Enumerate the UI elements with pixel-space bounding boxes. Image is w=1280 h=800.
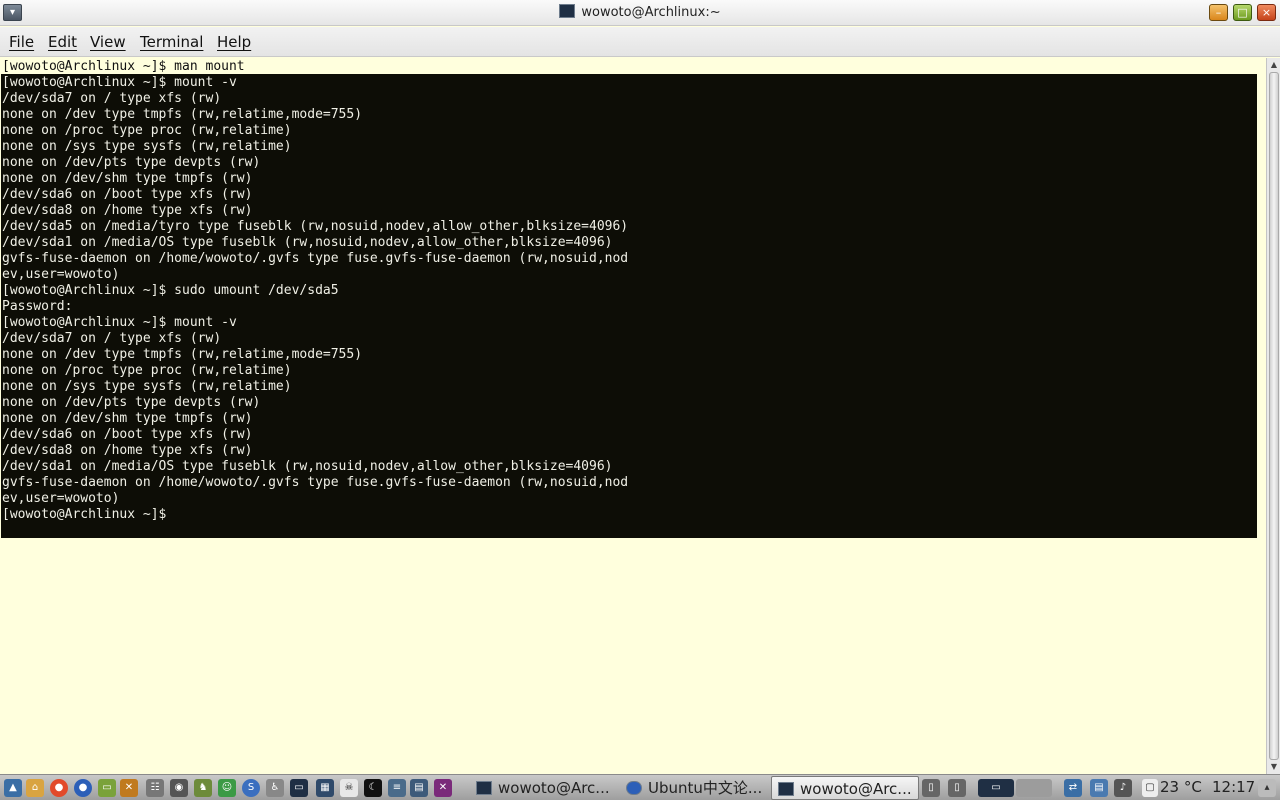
workspace-4-icon[interactable] [1016,779,1052,797]
menu-view[interactable]: View [90,33,126,51]
clipboard-icon[interactable]: ▤ [1090,779,1108,797]
workspace-3-icon[interactable]: ▭ [978,779,1014,797]
terminal-line: ev,user=wowoto) [2,491,120,506]
menu-bar: File Edit View Terminal Help [0,27,1280,57]
task-terminal-1[interactable]: wowoto@Arc... [470,776,620,800]
terminal-area[interactable]: [wowoto@Archlinux ~]$ man mount [wowoto@… [0,58,1266,774]
weather-icon: ▢ [1142,779,1158,797]
terminal-line: none on /dev/pts type devpts (rw) [2,155,261,170]
terminal-line: /dev/sda8 on /home type xfs (rw) [2,443,253,458]
terminal-line: none on /dev/shm type tmpfs (rw) [2,411,253,426]
terminal-line: /dev/sda6 on /boot type xfs (rw) [2,427,253,442]
menu-icon[interactable]: ▲ [4,779,22,797]
terminal-line: /dev/sda1 on /media/OS type fuseblk (rw,… [2,459,613,474]
scroll-up-icon[interactable]: ▲ [1268,59,1280,71]
terminal-line: none on /sys type sysfs (rw,relatime) [2,139,292,154]
terminal-line: [wowoto@Archlinux ~]$ mount -v [2,315,237,330]
workspace-2-icon[interactable]: ▯ [948,779,966,797]
vertical-scrollbar[interactable]: ▲ ▼ [1266,58,1280,774]
folder-icon[interactable]: ▭ [98,779,116,797]
network-icon[interactable]: ⇄ [1064,779,1082,797]
window-title: wowoto@Archlinux:~ [581,5,721,20]
menu-edit[interactable]: Edit [48,33,77,51]
terminal-line: /dev/sda6 on /boot type xfs (rw) [2,187,253,202]
terminal-icon[interactable]: ▭ [290,779,308,797]
terminal-icon [778,782,794,796]
chrome-icon[interactable]: ● [50,779,68,797]
terminal-line: /dev/sda7 on / type xfs (rw) [2,91,222,106]
skull-icon[interactable]: ☠ [340,779,358,797]
people-icon[interactable]: ☺ [218,779,236,797]
menu-file[interactable]: File [9,33,34,51]
maximize-button[interactable]: □ [1233,4,1252,21]
terminal-line: Password: [2,299,73,314]
terminal-line: none on /sys type sysfs (rw,relatime) [2,379,292,394]
terminal-line: /dev/sda1 on /media/OS type fuseblk (rw,… [2,235,613,250]
skype-icon[interactable]: S [242,779,260,797]
chat-icon[interactable]: ☷ [146,779,164,797]
minimize-button[interactable]: – [1209,4,1228,21]
screen-icon[interactable]: ▦ [316,779,334,797]
terminal-line: [wowoto@Archlinux ~]$ mount -v [2,75,237,90]
menu-help[interactable]: Help [217,33,251,51]
temperature-text: 23 °C [1160,778,1202,796]
accessibility-icon[interactable]: ♿ [266,779,284,797]
doc-icon[interactable]: ≡ [388,779,406,797]
firefox-icon[interactable]: ● [74,779,92,797]
home-icon[interactable]: ⌂ [26,779,44,797]
terminal-line: none on /dev/pts type devpts (rw) [2,395,261,410]
terminal-line: /dev/sda7 on / type xfs (rw) [2,331,222,346]
task-browser[interactable]: Ubuntu中文论... [620,776,770,800]
terminal-line: none on /proc type proc (rw,relatime) [2,123,292,138]
browser-icon [626,781,642,795]
close-button[interactable]: × [1257,4,1276,21]
terminal-line: none on /dev type tmpfs (rw,relatime,mod… [2,347,363,362]
terminal-line: /dev/sda8 on /home type xfs (rw) [2,203,253,218]
taskbar: ▲ ⌂ ● ● ▭ ✕ ☷ ◉ ♞ ☺ S ♿ ▭ ▦ ☠ ☾ ≡ ▤ ✕ wo… [0,774,1280,800]
camera-icon[interactable]: ◉ [170,779,188,797]
terminal-lines: [wowoto@Archlinux ~]$ man mount [wowoto@… [2,59,628,523]
terminal-line: ev,user=wowoto) [2,267,120,282]
scroll-thumb[interactable] [1269,72,1279,760]
title-bar: ▾ wowoto@Archlinux:~ – □ × [0,0,1280,26]
mms-icon[interactable]: ✕ [434,779,452,797]
terminal-line: gvfs-fuse-daemon on /home/wowoto/.gvfs t… [2,475,629,490]
terminal-line: gvfs-fuse-daemon on /home/wowoto/.gvfs t… [2,251,629,266]
task-terminal-2[interactable]: wowoto@Arc... [771,776,919,800]
clock-text[interactable]: 12:17 [1212,778,1255,796]
terminal-line: [wowoto@Archlinux ~]$ [2,507,167,522]
window-title-wrap: wowoto@Archlinux:~ [0,4,1280,20]
terminal-icon [476,781,492,795]
terminal-line: /dev/sda5 on /media/tyro type fuseblk (r… [2,219,629,234]
moon-icon[interactable]: ☾ [364,779,382,797]
workspace-1-icon[interactable]: ▯ [922,779,940,797]
terminal-line: none on /dev type tmpfs (rw,relatime,mod… [2,107,363,122]
scroll-down-icon[interactable]: ▼ [1268,761,1280,773]
terminal-line: [wowoto@Archlinux ~]$ sudo umount /dev/s… [2,283,339,298]
terminal-icon [559,4,576,18]
chart-icon[interactable]: ▤ [410,779,428,797]
menu-terminal[interactable]: Terminal [140,33,203,51]
terminal-line: none on /dev/shm type tmpfs (rw) [2,171,253,186]
volume-icon[interactable]: ♪ [1114,779,1132,797]
tools-icon[interactable]: ✕ [120,779,138,797]
terminal-line: none on /proc type proc (rw,relatime) [2,363,292,378]
tray-arrow-icon[interactable]: ▴ [1258,779,1276,797]
terminal-line: [wowoto@Archlinux ~]$ man mount [2,59,245,74]
game-icon[interactable]: ♞ [194,779,212,797]
